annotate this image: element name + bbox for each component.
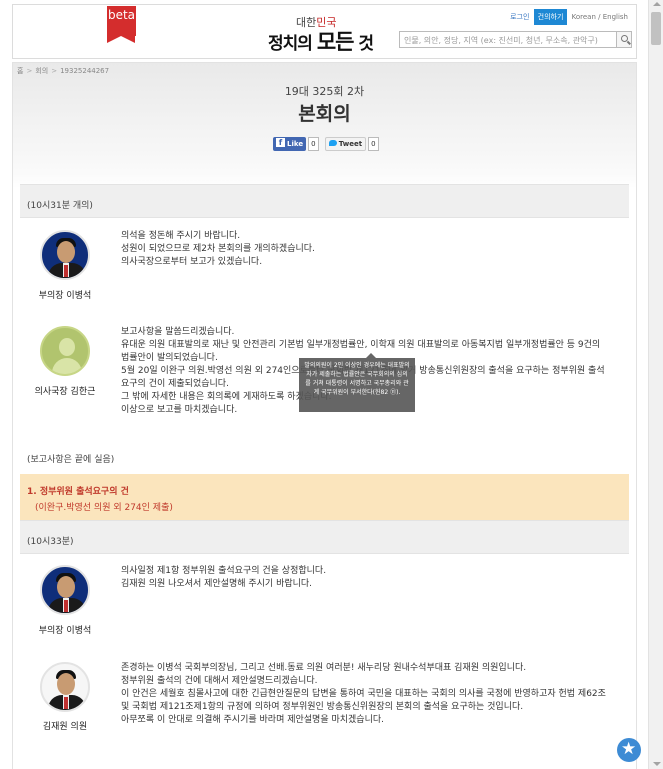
speech-line: 의사일정 제1항 정부위원 출석요구의 건을 상정합니다.	[121, 566, 327, 576]
beta-badge: beta	[107, 6, 136, 43]
facebook-icon: f	[276, 138, 285, 147]
speech-text: 의사일정 제1항 정부위원 출석요구의 건을 상정합니다. 김재원 의원 나오셔…	[121, 565, 606, 591]
logo-text-politics: 정치의	[268, 34, 317, 54]
like-label: Like	[287, 140, 304, 148]
speech-line: 김재원 의원 나오셔서 제안설명해 주시기 바랍니다.	[121, 579, 313, 589]
login-link[interactable]: 로그인	[510, 13, 529, 21]
agenda-subtitle: (이완구.박영선 의원 외 274인 제출)	[35, 503, 173, 513]
share-buttons: f Like 0 Tweet 0	[273, 137, 379, 151]
logo-text-all: 모든	[316, 30, 355, 54]
page-title: 본회의	[298, 103, 351, 125]
speech-line: 성원이 되었으므로 제2차 본회의를 개의하겠습니다.	[121, 244, 315, 254]
report-note: (보고사항은 끝에 실음)	[27, 455, 115, 465]
avatar[interactable]	[40, 326, 90, 376]
avatar[interactable]	[40, 230, 90, 280]
agenda-item[interactable]: 1. 정부위원 출석요구의 건 (이완구.박영선 의원 외 274인 제출)	[20, 474, 629, 520]
speech-line: 정부위원 출석의 건에 대해서 제안설명드리겠습니다.	[121, 676, 318, 686]
search-button[interactable]	[616, 31, 632, 48]
top-links: 로그인 건의하기 Korean / English	[510, 9, 628, 25]
tweet-label: Tweet	[338, 140, 363, 148]
speaker-name[interactable]: 부의장 이병석	[20, 623, 110, 636]
speech-text: 의석을 정돈해 주시기 바랍니다. 성원이 되었으므로 제2차 본회의를 개의하…	[121, 230, 606, 269]
scrollbar-thumb[interactable]	[651, 12, 661, 45]
speech-line: 의석을 정돈해 주시기 바랍니다.	[121, 231, 241, 241]
agenda-title: 1. 정부위원 출석요구의 건	[27, 487, 129, 497]
speaker: 부의장 이병석	[20, 230, 110, 301]
language-toggle[interactable]: Korean / English	[572, 13, 628, 21]
speaker: 의사국장 김한근	[20, 326, 110, 397]
speech-line: 의사국장으로부터 보고가 있겠습니다.	[121, 257, 263, 267]
scroll-down-icon[interactable]	[653, 762, 661, 766]
breadcrumb-meetings[interactable]: 회의	[35, 67, 48, 75]
speech-line: 이 안건은 세월호 침몰사고에 대한 긴급현안질문의 답변을 통하여 국민을 대…	[121, 689, 606, 712]
search-input[interactable]: 인물, 의안, 정당, 지역 (ex: 진선미, 청년, 무소속, 관악구)	[399, 31, 617, 48]
star-icon: ★	[621, 739, 637, 759]
main-content: 홈 > 회의 >19325244267 19대 325회 2차 본회의 f Like 0 …	[12, 62, 637, 769]
suggest-button[interactable]: 건의하기	[533, 9, 568, 25]
vertical-scrollbar[interactable]	[648, 0, 663, 769]
tweet-button[interactable]: Tweet	[324, 137, 367, 151]
beta-label: beta	[107, 8, 136, 22]
site-logo[interactable]: 대한민국 정치의 모든 것	[268, 11, 383, 55]
speech-text: 존경하는 이병석 국회부의장님, 그리고 선배.동료 의원 여러분! 새누리당 …	[121, 662, 606, 727]
twitter-icon	[328, 140, 337, 146]
speaker-name[interactable]: 의사국장 김한근	[20, 384, 110, 397]
tweet-count: 0	[368, 137, 379, 151]
term-tooltip: 발의의원이 2인 이상인 경우에는 대표발의자가 제출하는 법률안은 국무회의의…	[299, 353, 415, 412]
speech-line: 보고사항을 말씀드리겠습니다.	[121, 327, 235, 337]
session-label: 19대 325회 2차	[284, 85, 365, 98]
avatar[interactable]	[40, 662, 90, 712]
speaker-name[interactable]: 김재원 의원	[20, 719, 110, 732]
like-count: 0	[308, 137, 319, 151]
logo-text-things: 것	[353, 34, 374, 54]
breadcrumb-home[interactable]: 홈	[17, 67, 23, 75]
speaker: 김재원 의원	[20, 662, 110, 732]
speech-line: 아무쪼록 이 안대로 의결해 주시기를 바라며 제안설명을 마치겠습니다.	[121, 715, 385, 725]
breadcrumb: 홈 > 회의 >19325244267	[17, 67, 110, 75]
facebook-like-button[interactable]: f Like	[273, 137, 307, 151]
breadcrumb-current: 19325244267	[60, 67, 110, 75]
avatar[interactable]	[40, 565, 90, 615]
speech-line: 존경하는 이병석 국회부의장님, 그리고 선배.동료 의원 여러분! 새누리당 …	[121, 663, 527, 673]
speaker: 부의장 이병석	[20, 565, 110, 636]
time-marker: (10시33분)	[20, 520, 629, 554]
time-marker: (10시31분 개의)	[20, 184, 629, 218]
favorite-button[interactable]: ★	[617, 738, 641, 762]
speaker-name[interactable]: 부의장 이병석	[20, 288, 110, 301]
search-icon	[621, 35, 628, 42]
logo-line2: 정치의 모든 것	[268, 26, 374, 56]
scroll-up-icon[interactable]	[653, 2, 661, 6]
site-header: beta 대한민국 정치의 모든 것 로그인 건의하기 Korean / Eng…	[12, 4, 637, 59]
